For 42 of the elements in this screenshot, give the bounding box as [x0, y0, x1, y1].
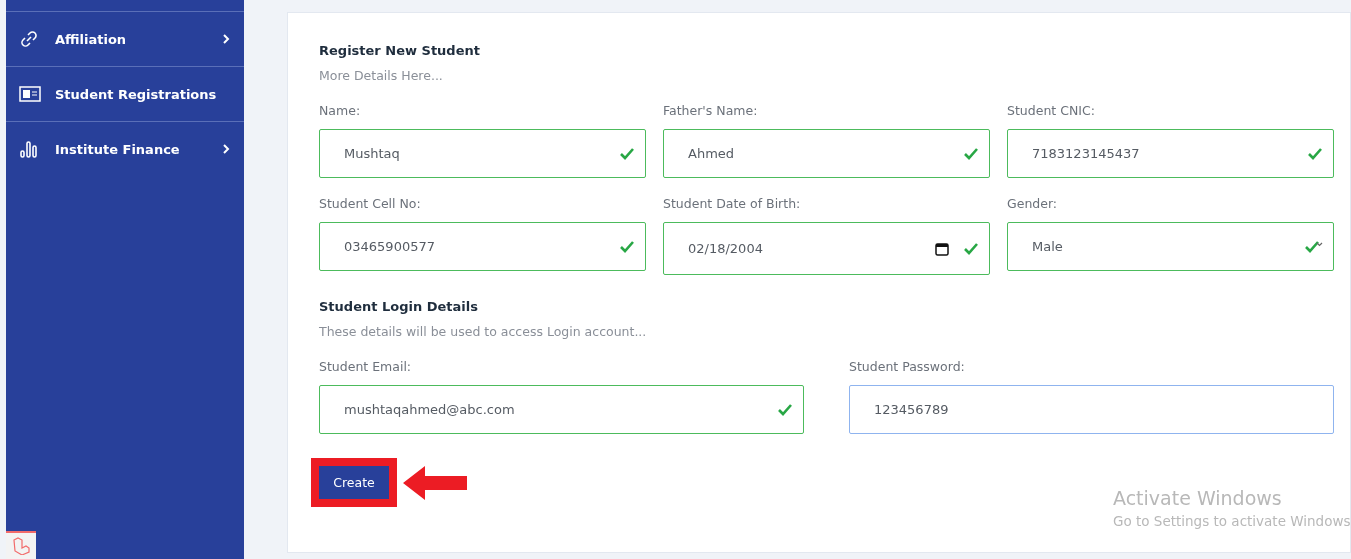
bar-chart-icon [19, 140, 39, 158]
field-label: Student Password: [849, 359, 966, 374]
section-title: Student Login Details [319, 299, 479, 314]
link-icon [19, 29, 39, 49]
id-card-icon [19, 86, 41, 102]
chevron-right-icon [222, 34, 230, 44]
sidebar-item[interactable]: Affiliation [6, 11, 244, 66]
check-icon [777, 402, 793, 417]
input-field[interactable]: 123456789 [849, 385, 1334, 434]
arrow-icon [403, 465, 467, 500]
check-icon [619, 239, 635, 254]
check-icon [963, 146, 979, 161]
field-label: Gender: [1007, 196, 1059, 211]
chevron-right-icon [222, 144, 230, 154]
input-field[interactable]: mushtaqahmed@abc.com [319, 385, 804, 434]
input-field[interactable]: Mushtaq [319, 129, 646, 178]
check-icon [963, 241, 979, 256]
field-label: Student Cell No: [319, 196, 422, 211]
form-title: Register New Student [319, 43, 481, 58]
create-button[interactable]: Create [319, 466, 389, 499]
field-label: Student Date of Birth: [663, 196, 802, 211]
input-field[interactable]: 7183123145437 [1007, 129, 1334, 178]
field-label: Student CNIC: [1007, 103, 1096, 118]
select-field[interactable]: Male [1007, 222, 1334, 271]
field-label: Father's Name: [663, 103, 759, 118]
section-subtitle: These details will be used to access Login account... [319, 324, 648, 339]
sidebar-item[interactable]: Student Registrations [6, 66, 244, 121]
field-label: Name: [319, 103, 362, 118]
input-field[interactable]: 03465900577 [319, 222, 646, 271]
form-subtitle: More Details Here... [319, 68, 444, 83]
date-field[interactable]: 02/18/2004 [663, 222, 990, 275]
input-field[interactable]: Ahmed [663, 129, 990, 178]
activation-title: Activate Windows [1113, 487, 1283, 509]
activation-message: Go to Settings to activate Windows [1113, 513, 1351, 529]
caret-icon [1316, 242, 1323, 247]
calendar-icon[interactable] [935, 241, 949, 256]
field-label: Student Email: [319, 359, 413, 374]
check-icon [1307, 146, 1323, 161]
check-icon [1304, 239, 1320, 254]
check-icon [619, 146, 635, 161]
sidebar-item[interactable]: Institute Finance [6, 121, 244, 176]
logo-icon[interactable] [6, 531, 36, 559]
